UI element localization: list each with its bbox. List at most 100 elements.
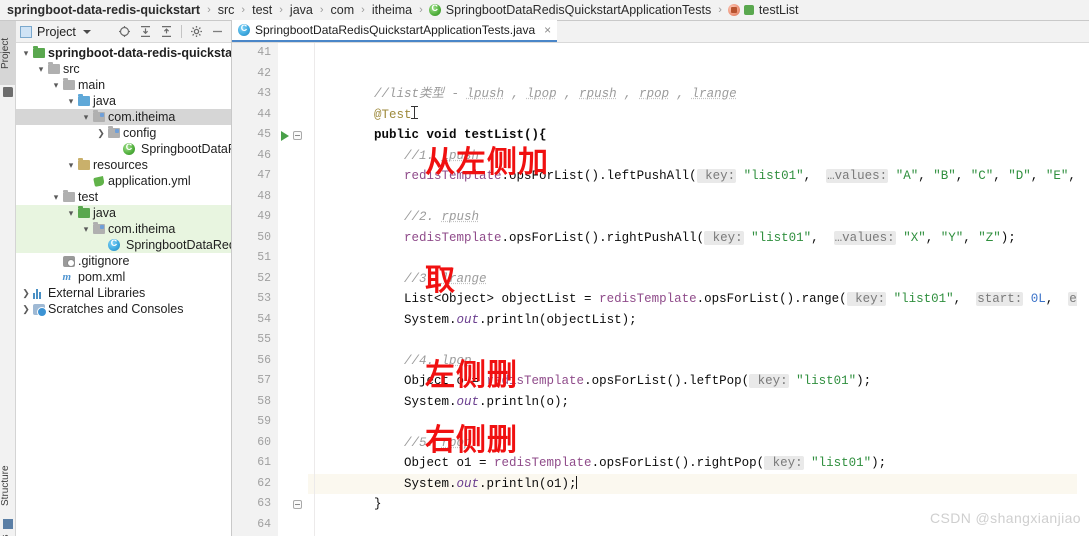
code-line[interactable]: [308, 187, 1089, 208]
breadcrumb-item[interactable]: java: [289, 3, 314, 17]
chevron-down-icon[interactable]: ▾: [65, 208, 77, 219]
code-line[interactable]: //5. rpop: [308, 433, 1089, 454]
tree-node[interactable]: ▾springboot-data-redis-quickstartE:\id: [16, 45, 231, 61]
line-number: 54: [257, 312, 271, 326]
code-line[interactable]: List<Object> objectList = redisTemplate.…: [308, 289, 1089, 310]
locate-icon[interactable]: [118, 25, 131, 38]
tree-node[interactable]: application.yml: [16, 173, 231, 189]
chevron-right-icon[interactable]: ❯: [95, 128, 107, 139]
code-line[interactable]: System.out.println(o);: [308, 392, 1089, 413]
code-line[interactable]: public void testList(){: [308, 125, 1089, 146]
code-line[interactable]: System.out.println(o1);: [308, 473, 1089, 494]
project-panel-title-box[interactable]: Project: [20, 25, 91, 39]
code-token: ,: [616, 87, 640, 101]
code-line[interactable]: @Test: [308, 105, 1089, 126]
code-line[interactable]: [308, 248, 1089, 269]
code-fold-icon[interactable]: [293, 500, 302, 509]
chevron-down-icon[interactable]: ▾: [35, 64, 47, 75]
tool-window-button-project[interactable]: Project: [0, 21, 16, 85]
tree-node[interactable]: ▾ resources: [16, 157, 231, 173]
code-line[interactable]: //4. lpop: [308, 351, 1089, 372]
gutter-row: [278, 310, 308, 331]
code-line[interactable]: //2. rpush: [308, 207, 1089, 228]
tree-node[interactable]: ▾ java: [16, 93, 231, 109]
code-fold-icon[interactable]: [293, 131, 302, 140]
tree-node[interactable]: ▾ src: [16, 61, 231, 77]
code-token: System.: [404, 394, 457, 409]
tree-node[interactable]: m pom.xml: [16, 269, 231, 285]
tree-node[interactable]: ❯ External Libraries: [16, 285, 231, 301]
tool-window-button-bottom[interactable]: es: [0, 526, 16, 536]
code-line[interactable]: [308, 43, 1089, 64]
tree-node[interactable]: ▾ main: [16, 77, 231, 93]
code-token: ,: [955, 169, 971, 183]
tree-node[interactable]: ❯ Scratches and Consoles: [16, 301, 231, 317]
code-line[interactable]: //list类型 - lpush , lpop , rpush , rpop ,…: [308, 84, 1089, 105]
tree-node-label: SpringbootDataRedis: [141, 142, 231, 156]
tree-node[interactable]: ▾ java: [16, 205, 231, 221]
code-token: …values:: [826, 169, 889, 183]
breadcrumb-item[interactable]: itheima: [371, 3, 413, 17]
gutter-row: [278, 146, 308, 167]
code-lines[interactable]: //list类型 - lpush , lpop , rpush , rpop ,…: [308, 43, 1089, 536]
collapse-all-icon[interactable]: [160, 25, 173, 38]
code-line[interactable]: redisTemplate.opsForList().leftPushAll( …: [308, 166, 1089, 187]
code-line[interactable]: //3. lrange: [308, 269, 1089, 290]
code-line[interactable]: System.out.println(objectList);: [308, 310, 1089, 331]
breadcrumb-item[interactable]: springboot-data-redis-quickstart: [6, 3, 201, 17]
breadcrumb-item[interactable]: SpringbootDataRedisQuickstartApplication…: [428, 3, 712, 17]
minimize-icon[interactable]: [211, 25, 224, 38]
editor-tab-label: SpringbootDataRedisQuickstartApplication…: [255, 23, 536, 37]
gear-icon[interactable]: [190, 25, 203, 38]
tree-node[interactable]: ▾ test: [16, 189, 231, 205]
project-tree[interactable]: ▾springboot-data-redis-quickstartE:\id▾s…: [16, 43, 231, 317]
code-line[interactable]: Object o1 = redisTemplate.opsForList().r…: [308, 453, 1089, 474]
code-token: redisTemplate: [404, 230, 502, 245]
code-token: ,: [504, 87, 527, 101]
tree-node[interactable]: .gitignore: [16, 253, 231, 269]
close-icon[interactable]: ×: [540, 23, 551, 37]
breadcrumb-item[interactable]: test: [251, 3, 273, 17]
code-line[interactable]: Object o = redisTemplate.opsForList().le…: [308, 371, 1089, 392]
chevron-down-icon[interactable]: ▾: [65, 96, 77, 107]
tree-node[interactable]: SpringbootDataRedis: [16, 141, 231, 157]
gutter-row: [278, 207, 308, 228]
project-tool-window: Project ▾ springboot-data-redis-quicksta…: [16, 21, 232, 536]
breadcrumb-item[interactable]: testList: [727, 3, 800, 17]
tree-node[interactable]: SpringbootDataRedis: [16, 237, 231, 253]
chevron-down-icon[interactable]: ▾: [80, 112, 92, 123]
code-token: }: [374, 497, 382, 511]
chevron-down-icon[interactable]: ▾: [65, 160, 77, 171]
tree-node-icon: [77, 94, 91, 106]
chevron-down-icon[interactable]: ▾: [50, 192, 62, 203]
tree-node[interactable]: ▾ com.itheima: [16, 221, 231, 237]
editor-tab[interactable]: SpringbootDataRedisQuickstartApplication…: [232, 20, 558, 42]
breadcrumb-item[interactable]: com: [330, 3, 356, 17]
chevron-down-icon[interactable]: ▾: [20, 48, 32, 59]
chevron-right-icon[interactable]: ❯: [20, 288, 32, 299]
code-line[interactable]: [308, 64, 1089, 85]
run-test-icon[interactable]: [281, 131, 289, 141]
chevron-right-icon[interactable]: ❯: [20, 304, 32, 315]
editor-right-gutter[interactable]: [1077, 65, 1089, 536]
code-token: ,: [811, 230, 834, 245]
code-line[interactable]: redisTemplate.opsForList().rightPushAll(…: [308, 228, 1089, 249]
chevron-down-icon[interactable]: ▾: [50, 80, 62, 91]
tree-node[interactable]: ▾ com.itheima: [16, 109, 231, 125]
code-line[interactable]: //1. lpush: [308, 146, 1089, 167]
breadcrumb-separator: ›: [279, 4, 283, 16]
run-marker-gutter[interactable]: [278, 43, 308, 536]
expand-all-icon[interactable]: [139, 25, 152, 38]
code-line[interactable]: [308, 412, 1089, 433]
breadcrumb-item[interactable]: src: [217, 3, 236, 17]
tool-window-button-structure[interactable]: Structure: [0, 451, 16, 521]
code-line[interactable]: [308, 330, 1089, 351]
tree-node[interactable]: ❯ config: [16, 125, 231, 141]
package-icon: [108, 126, 120, 138]
chevron-down-icon[interactable]: [82, 29, 91, 34]
folder-icon: [63, 78, 75, 90]
chevron-down-icon[interactable]: ▾: [80, 224, 92, 235]
